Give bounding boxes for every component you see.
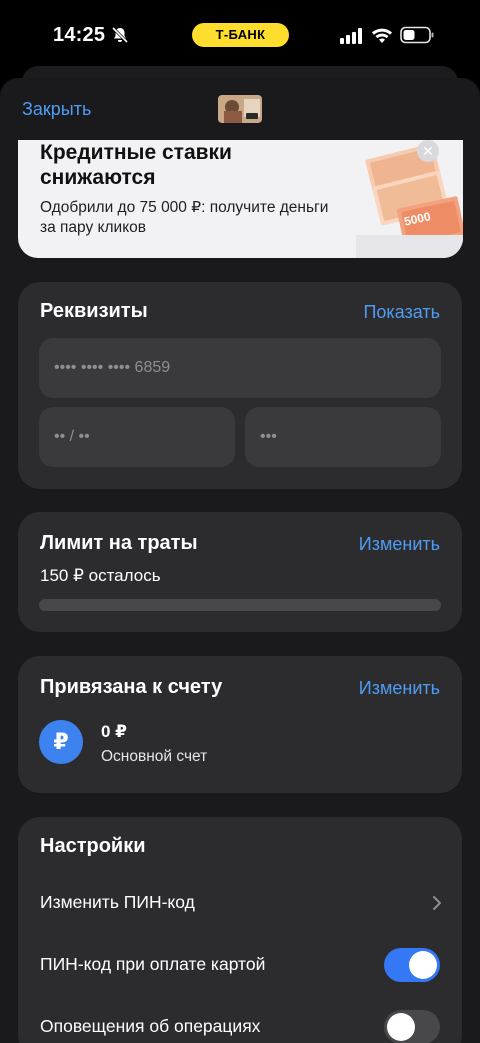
settings-item-label: ПИН-код при оплате картой	[40, 954, 266, 974]
bell-muted-icon	[111, 26, 129, 44]
spending-limit-card: Лимит на траты Изменить 150 ₽ осталось	[18, 512, 462, 632]
settings-title: Настройки	[40, 835, 146, 857]
limit-remaining: 150 ₽ осталось	[40, 566, 161, 585]
requisites-title: Реквизиты	[40, 300, 148, 322]
settings-item-notifications: Оповещения об операциях	[18, 1003, 462, 1043]
settings-item-change-pin[interactable]: Изменить ПИН-код	[18, 879, 462, 927]
limit-progress-bar	[39, 599, 441, 611]
close-button[interactable]: Закрыть	[22, 99, 91, 120]
settings-item-pin-on-payment: ПИН-код при оплате картой	[18, 941, 462, 989]
close-icon[interactable]: ✕	[417, 140, 439, 162]
linked-account-title: Привязана к счету	[40, 676, 223, 698]
limit-title: Лимит на траты	[40, 532, 198, 554]
show-requisites-button[interactable]: Показать	[363, 302, 440, 323]
status-bar: 14:25 Т-БАНК	[0, 0, 480, 70]
notifications-toggle[interactable]	[384, 1010, 440, 1043]
promo-banner[interactable]: Кредитные ставки снижаются Одобрили до 7…	[18, 140, 463, 258]
requisites-card: Реквизиты Показать •••• •••• •••• 6859 •…	[18, 282, 462, 489]
promo-subtitle: Одобрили до 75 000 ₽: получите деньги за…	[40, 199, 329, 236]
chevron-right-icon	[433, 896, 441, 910]
promo-title: Кредитные ставки снижаются	[40, 141, 232, 189]
expiry-value: •• / ••	[54, 428, 90, 445]
cellular-signal-icon	[340, 28, 362, 44]
status-time: 14:25	[53, 24, 106, 46]
settings-item-label: Оповещения об операциях	[40, 1016, 261, 1036]
account-balance: 0 ₽	[101, 722, 128, 741]
card-thumbnail[interactable]	[218, 95, 262, 123]
expiry-field[interactable]: •• / ••	[39, 407, 235, 467]
carrier-pill: Т-БАНК	[192, 23, 289, 47]
settings-card: Настройки Изменить ПИН-код ПИН-код при о…	[18, 817, 462, 1043]
change-account-button[interactable]: Изменить	[359, 678, 440, 699]
settings-item-label: Изменить ПИН-код	[40, 892, 195, 912]
battery-icon	[400, 26, 434, 44]
card-number-field[interactable]: •••• •••• •••• 6859	[39, 338, 441, 398]
account-name: Основной счет	[101, 748, 208, 765]
wifi-icon	[372, 28, 392, 43]
pin-on-payment-toggle[interactable]	[384, 948, 440, 982]
toggle-knob	[409, 951, 437, 979]
card-number-value: •••• •••• •••• 6859	[54, 359, 171, 376]
linked-account-card: Привязана к счету Изменить ₽ 0 ₽ Основно…	[18, 656, 462, 793]
cvc-value: •••	[260, 428, 277, 445]
banknotes-illustration	[356, 140, 463, 258]
cvc-field[interactable]: •••	[245, 407, 441, 467]
toggle-knob	[387, 1013, 415, 1041]
change-limit-button[interactable]: Изменить	[359, 534, 440, 555]
ruble-icon: ₽	[39, 720, 83, 764]
